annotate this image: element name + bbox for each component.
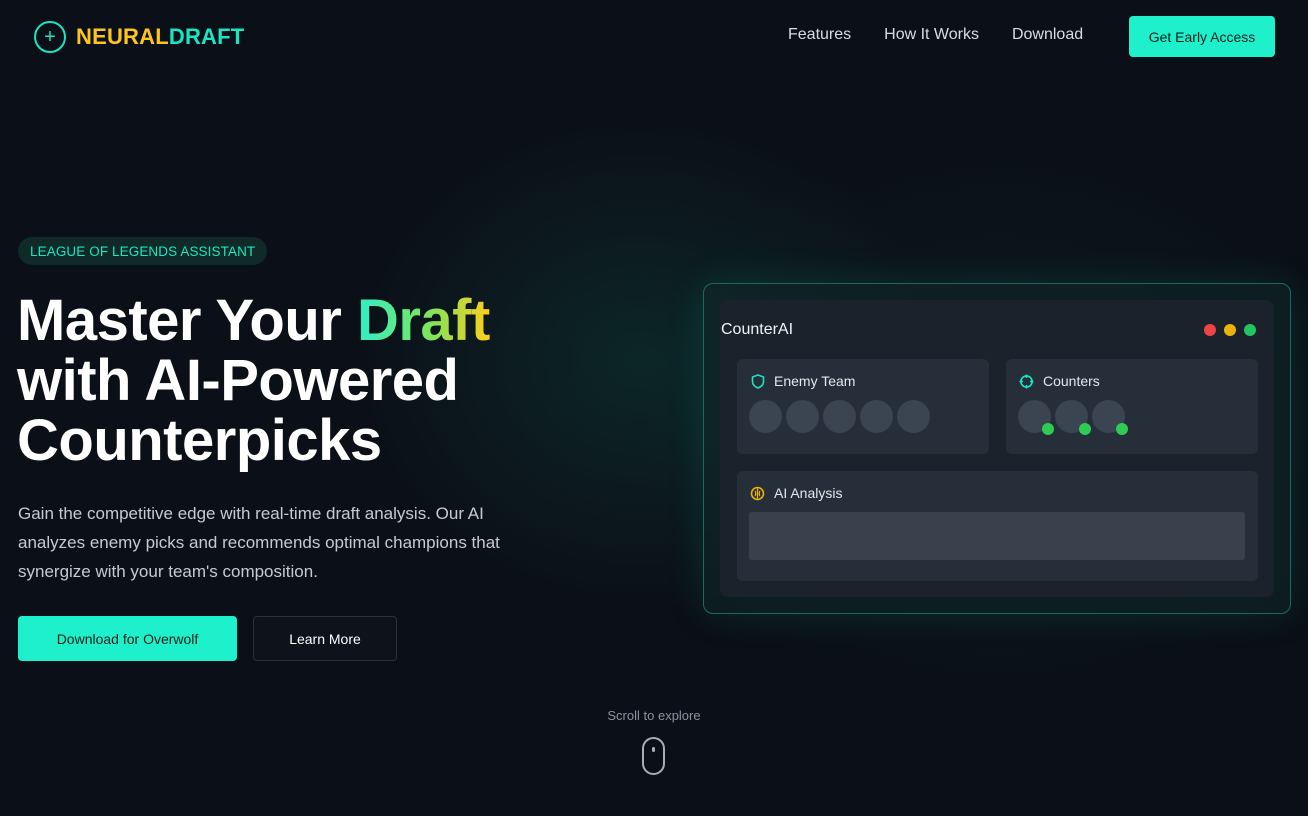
hero-subtitle: Gain the competitive edge with real-time… <box>18 504 500 581</box>
category-badge: LEAGUE OF LEGENDS ASSISTANT <box>18 237 268 265</box>
available-status-dot <box>1042 423 1054 435</box>
shield-icon <box>750 373 765 389</box>
scroll-hint: Scroll to explore <box>607 708 701 723</box>
crosshair-icon <box>1019 374 1034 389</box>
logo-text-part2: DRAFT <box>168 24 245 49</box>
counter-champion-slot <box>1018 400 1054 435</box>
app-preview-title: CounterAI <box>721 321 794 338</box>
headline-line3: Counterpicks <box>17 408 382 473</box>
counter-champion-slots <box>1018 400 1128 435</box>
enemy-champion-slot <box>749 400 782 433</box>
enemy-champion-slots <box>749 400 930 433</box>
counter-champion-slot <box>1055 400 1091 435</box>
window-controls <box>1204 324 1256 336</box>
headline-highlight: Draft <box>356 288 490 353</box>
enemy-champion-slot <box>823 400 856 433</box>
ai-analysis-placeholder <box>749 512 1245 560</box>
window-dot-green <box>1244 324 1256 336</box>
window-dot-red <box>1204 324 1216 336</box>
window-dot-yellow <box>1224 324 1236 336</box>
available-status-dot <box>1079 423 1091 435</box>
nav-link-features[interactable]: Features <box>788 26 851 44</box>
ai-analysis-panel: AI Analysis <box>737 471 1258 581</box>
download-overwolf-button[interactable]: Download for Overwolf <box>18 616 237 661</box>
nav-link-how-it-works[interactable]: How It Works <box>884 26 979 44</box>
top-nav: + NEURALDRAFT Features How It Works Down… <box>0 0 1308 74</box>
mouse-icon[interactable] <box>642 737 665 775</box>
enemy-team-label: Enemy Team <box>774 373 856 389</box>
logo-text: NEURALDRAFT <box>76 24 244 50</box>
app-preview-card: CounterAI Enemy Team Counters AI Analysi… <box>703 283 1291 614</box>
available-status-dot <box>1116 423 1128 435</box>
enemy-champion-slot <box>786 400 819 433</box>
logo[interactable]: + NEURALDRAFT <box>34 21 244 53</box>
enemy-team-panel: Enemy Team <box>737 359 989 454</box>
headline-line2: with AI-Powered <box>17 348 459 413</box>
counters-panel: Counters <box>1006 359 1258 454</box>
counters-label: Counters <box>1043 373 1100 389</box>
headline-part1: Master Your <box>17 288 357 353</box>
enemy-champion-slot <box>860 400 893 433</box>
ai-analysis-label: AI Analysis <box>774 485 843 501</box>
counter-champion-slot <box>1092 400 1128 435</box>
nav-links: Features How It Works Download <box>788 26 1083 44</box>
logo-text-part1: NEURAL <box>76 24 169 49</box>
learn-more-button[interactable]: Learn More <box>253 616 397 661</box>
brain-icon <box>750 486 765 501</box>
enemy-champion-slot <box>897 400 930 433</box>
plus-circle-icon: + <box>34 21 66 53</box>
landing-page: + NEURALDRAFT Features How It Works Down… <box>0 0 1308 816</box>
enemy-team-header: Enemy Team <box>750 373 855 389</box>
nav-link-download[interactable]: Download <box>1012 26 1083 44</box>
ai-analysis-header: AI Analysis <box>750 485 842 501</box>
get-early-access-button[interactable]: Get Early Access <box>1129 16 1275 57</box>
counters-header: Counters <box>1019 373 1100 389</box>
hero-headline: Master Your Draft with AI-Powered Counte… <box>17 291 657 471</box>
mouse-wheel <box>652 747 655 752</box>
